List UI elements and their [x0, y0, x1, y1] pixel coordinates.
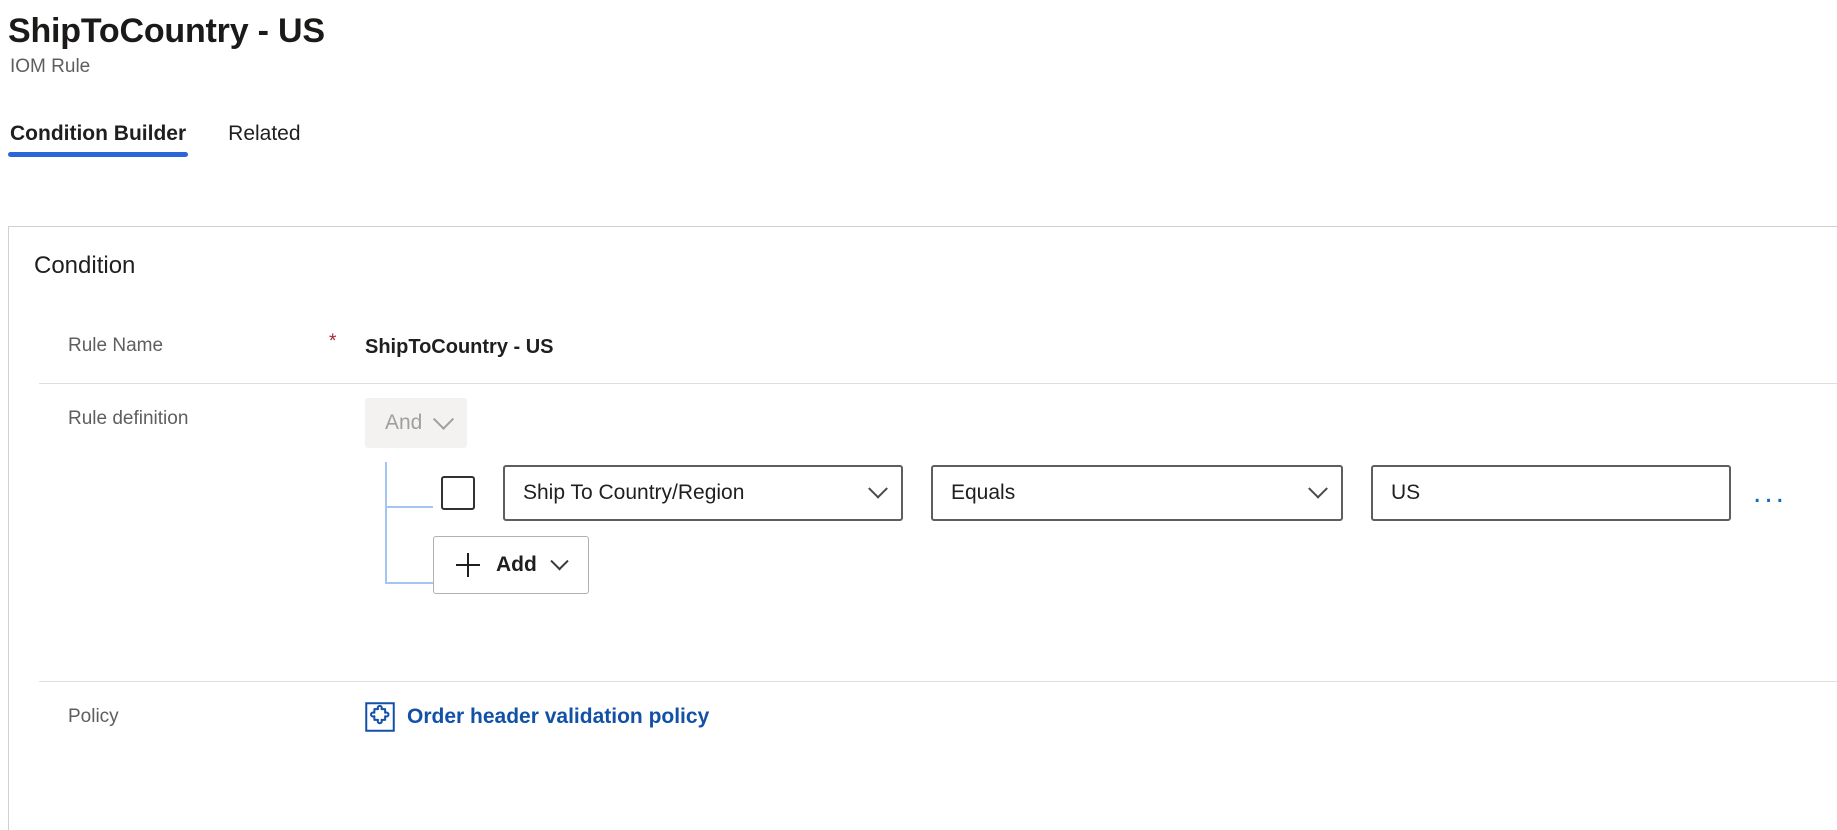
tab-bar: Condition Builder Related	[8, 113, 1837, 157]
more-horizontal-icon[interactable]: ...	[1753, 478, 1787, 508]
page-header: ShipToCountry - US IOM Rule	[0, 0, 1837, 80]
app-page: ShipToCountry - US IOM Rule Condition Bu…	[0, 0, 1837, 830]
plus-icon	[456, 553, 480, 577]
add-condition-button[interactable]: Add	[433, 536, 589, 594]
form-row-rule-name: Rule Name * ShipToCountry - US	[39, 311, 1837, 383]
puzzle-piece-icon	[365, 702, 395, 732]
condition-panel: Condition Rule Name * ShipToCountry - US…	[8, 226, 1837, 830]
add-button-label: Add	[496, 553, 537, 576]
condition-value-input[interactable]: US	[1371, 465, 1731, 521]
rule-name-label: Rule Name	[68, 335, 164, 356]
attribute-value: Ship To Country/Region	[523, 481, 745, 504]
condition-row: Ship To Country/Region Equals US ...	[365, 462, 1837, 524]
chevron-down-icon	[433, 408, 455, 430]
logical-operator-value: And	[385, 411, 423, 434]
tab-condition-builder-label: Condition Builder	[10, 122, 187, 145]
form-row-policy: Policy Order header validation policy	[39, 681, 1837, 767]
rule-definition-label: Rule definition	[68, 408, 189, 429]
rule-name-value: ShipToCountry - US	[365, 336, 554, 358]
rule-definition-spacer	[329, 384, 365, 404]
operator-dropdown[interactable]: Equals	[931, 465, 1343, 521]
section-title-condition: Condition	[34, 252, 136, 279]
tab-condition-builder[interactable]: Condition Builder	[8, 121, 189, 157]
chevron-down-icon	[1308, 478, 1328, 499]
add-button-wrap: Add	[365, 524, 1837, 602]
tab-related[interactable]: Related	[226, 121, 302, 157]
rule-name-content: ShipToCountry - US	[365, 311, 1837, 362]
condition-value-text: US	[1391, 481, 1421, 504]
tab-related-label: Related	[228, 122, 301, 145]
page-title: ShipToCountry - US	[8, 12, 325, 50]
policy-spacer	[329, 682, 365, 702]
logical-operator-dropdown[interactable]: And	[365, 398, 468, 448]
form-row-rule-definition: Rule definition And Ship To Country/Regi…	[39, 383, 1837, 681]
policy-label: Policy	[68, 706, 119, 727]
operator-value: Equals	[951, 481, 1016, 504]
condition-tree: Ship To Country/Region Equals US ... Add	[365, 462, 1837, 602]
required-asterisk: *	[329, 331, 337, 352]
rule-definition-content: And Ship To Country/Region Equals US ...…	[365, 384, 1837, 602]
condition-select-checkbox[interactable]	[441, 476, 475, 510]
chevron-down-icon	[868, 478, 888, 499]
policy-link-text: Order header validation policy	[407, 705, 710, 728]
form-rows: Rule Name * ShipToCountry - US Rule defi…	[9, 311, 1837, 767]
chevron-down-icon	[550, 551, 569, 570]
page-subtitle: IOM Rule	[10, 56, 91, 77]
policy-content: Order header validation policy	[365, 682, 1837, 737]
policy-link[interactable]: Order header validation policy	[365, 696, 709, 732]
attribute-dropdown[interactable]: Ship To Country/Region	[503, 465, 903, 521]
